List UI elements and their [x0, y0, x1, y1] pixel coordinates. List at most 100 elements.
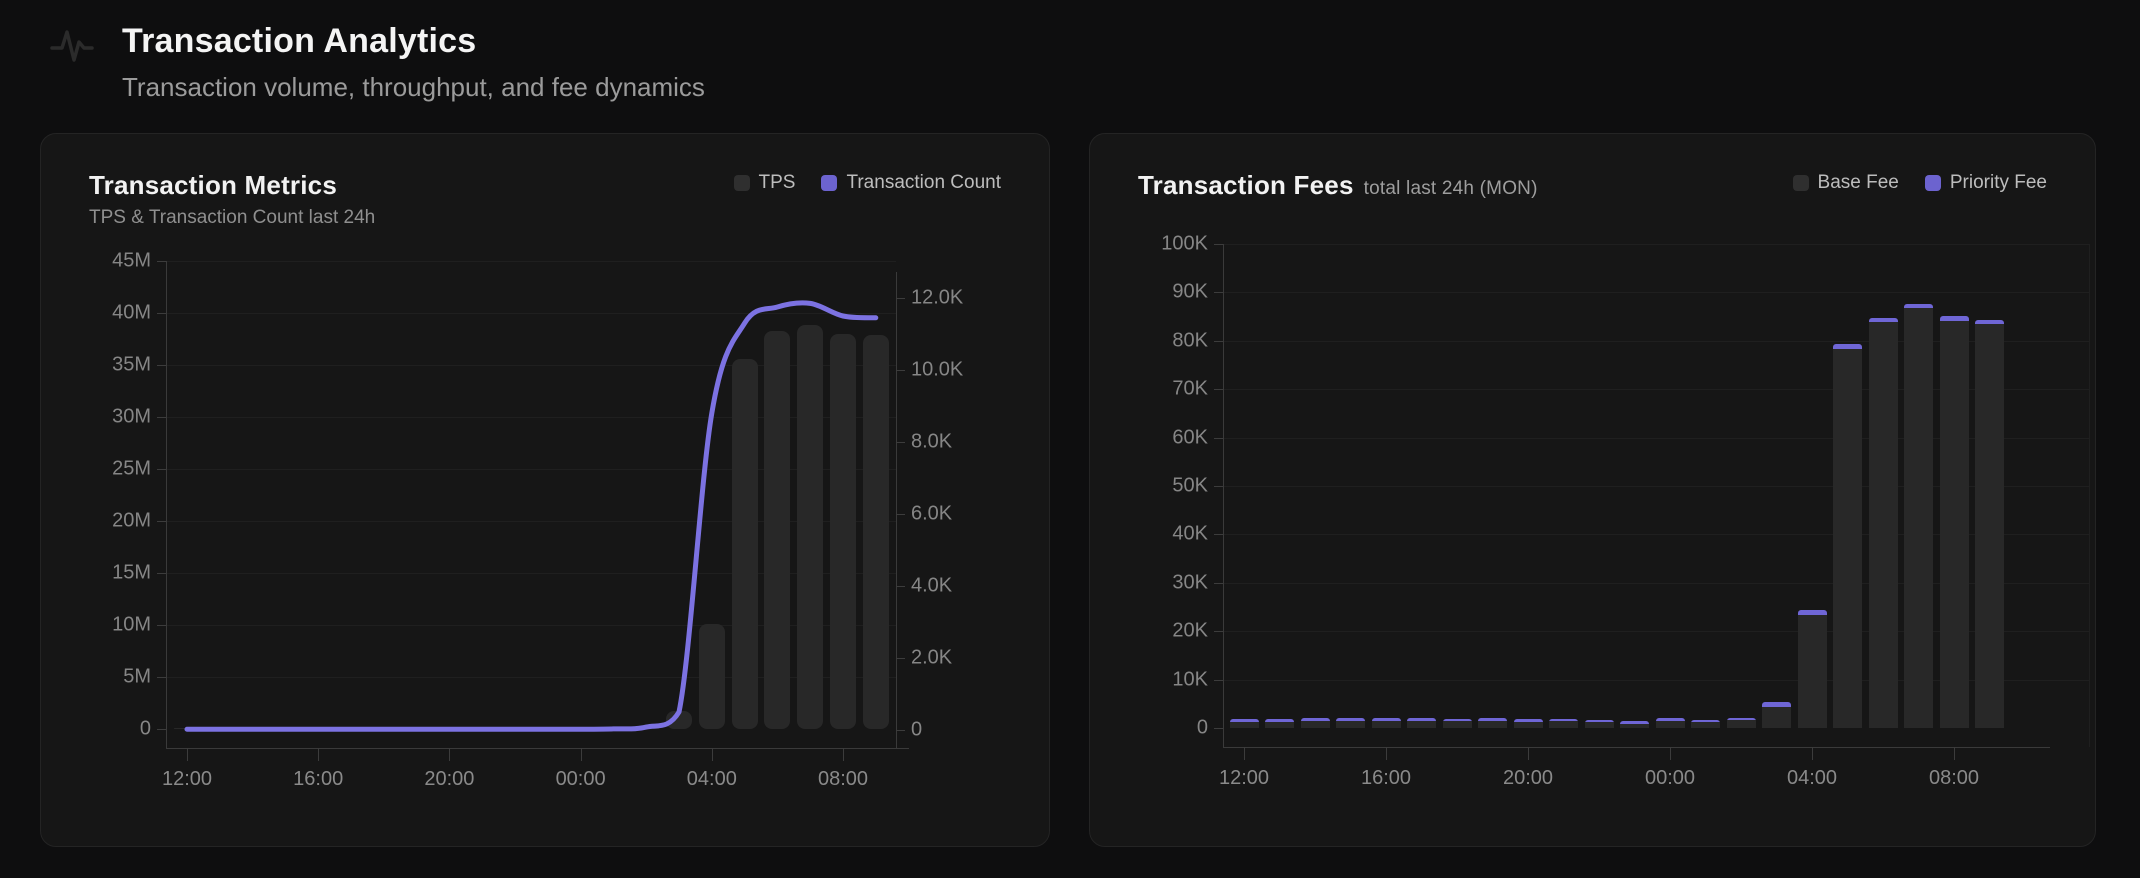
- bar-fees-stack: [1797, 609, 1827, 728]
- y-axis-tick: [1214, 292, 1223, 294]
- activity-pulse-icon: [50, 30, 94, 62]
- bar-fees-stack: [1300, 718, 1330, 728]
- bar-fees-stack: [1691, 719, 1720, 728]
- x-axis-tick: [1812, 747, 1813, 760]
- bar-fees-stack: [1265, 719, 1294, 728]
- bar-base-fee: [1442, 721, 1472, 728]
- y-axis-tick: [1214, 728, 1223, 729]
- bar-fees-stack: [1904, 303, 1933, 728]
- transaction-count-line: [184, 300, 879, 732]
- y-axis-tick: [1214, 244, 1223, 245]
- bar-base-fee: [1939, 320, 1969, 728]
- bar-base-fee: [1584, 722, 1614, 728]
- x-axis-tick: [580, 748, 582, 761]
- y-axis-tick-label: 30K: [1172, 571, 1208, 594]
- y-axis-tick: [1214, 486, 1223, 487]
- x-axis-tick: [1386, 747, 1387, 760]
- y-axis-tick: [1214, 437, 1223, 439]
- bar-base-fee: [1229, 721, 1259, 728]
- x-axis-tick-label: 16:00: [1360, 767, 1412, 789]
- fees-plot-area: 0 10K 20K 30K 40K 50K 60K 70K 80K 90K 100K 12:00 16:…: [1090, 134, 2095, 846]
- bar-fees-stack: [1229, 719, 1259, 728]
- transaction-metrics-card: Transaction Metrics TPS & Transaction Co…: [40, 133, 1050, 847]
- y-axis-tick-label: 100K: [1161, 232, 1208, 255]
- x-axis-tick: [1244, 747, 1245, 760]
- x-axis-tick: [1670, 747, 1671, 760]
- bar-base-fee: [1904, 308, 1933, 728]
- bar-fees-stack: [1620, 721, 1649, 728]
- bar-fees-stack: [1655, 718, 1685, 728]
- x-axis-tick-label: 12:00: [1218, 767, 1270, 789]
- bar-base-fee: [1336, 720, 1365, 728]
- bar-base-fee: [1762, 706, 1791, 728]
- x-axis-tick: [711, 748, 713, 761]
- y-axis-tick-label: 60K: [1172, 426, 1208, 449]
- bar-fees-stack: [1478, 718, 1507, 728]
- bar-base-fee: [1797, 614, 1827, 728]
- bar-base-fee: [1833, 348, 1862, 728]
- x-axis-tick-label: 20:00: [1502, 767, 1554, 789]
- y-axis-tick-label: 80K: [1172, 329, 1208, 352]
- bar-base-fee: [1868, 322, 1898, 728]
- bar-fees-stack: [1833, 343, 1862, 728]
- bar-fees-stack: [1407, 718, 1436, 728]
- h-gridline: [1223, 244, 2089, 245]
- bar-fees-stack: [1726, 717, 1756, 728]
- bar-base-fee: [1265, 721, 1294, 728]
- transaction-fees-card: Transaction Fees total last 24h (MON) Bas…: [1089, 133, 2096, 847]
- bar-fees-stack: [1975, 319, 2004, 728]
- page-subtitle: Transaction volume, throughput, and fee …: [122, 72, 705, 102]
- bar-fees-stack: [1442, 718, 1472, 728]
- y-axis-tick-label: 40K: [1172, 522, 1208, 545]
- bar-fees-stack: [1336, 718, 1365, 728]
- bar-base-fee: [1300, 720, 1330, 728]
- x-axis-tick-label: 20:00: [424, 768, 475, 790]
- y-axis-tick-label: 70K: [1172, 377, 1208, 400]
- y-axis-tick: [1214, 340, 1223, 342]
- y-axis-line: [1223, 244, 1224, 747]
- bar-fees-stack: [1939, 316, 1969, 728]
- bar-base-fee: [1620, 723, 1649, 728]
- bar-base-fee: [1691, 722, 1720, 728]
- x-axis-tick-label: 08:00: [817, 768, 869, 790]
- page-title: Transaction Analytics: [122, 22, 477, 60]
- x-axis-tick-label: 04:00: [686, 768, 737, 790]
- x-axis-tick: [449, 748, 451, 761]
- bar-fees-stack: [1868, 317, 1898, 728]
- bar-fees-stack: [1584, 719, 1614, 728]
- x-axis-tick-label: 08:00: [1928, 767, 1980, 789]
- bar-base-fee: [1726, 720, 1756, 728]
- y-axis-tick-label: 90K: [1172, 280, 1208, 303]
- y-axis-tick: [1214, 389, 1223, 391]
- x-axis-tick: [1954, 747, 1955, 760]
- bar-fees-stack: [1513, 719, 1543, 728]
- y-axis-tick: [1214, 582, 1223, 584]
- bar-fees-stack: [1371, 718, 1401, 728]
- x-axis-tick: [187, 748, 188, 761]
- bar-base-fee: [1478, 720, 1507, 728]
- x-axis-tick: [843, 748, 844, 761]
- y-axis-tick-label: 20K: [1172, 619, 1208, 642]
- y-axis-tick-label: 10K: [1172, 668, 1208, 691]
- y-axis-tick: [1214, 631, 1223, 633]
- x-axis-tick-label: 00:00: [1644, 767, 1696, 789]
- x-axis-tick-label: 04:00: [1786, 767, 1838, 789]
- metrics-plot-area: 0 5M 10M 15M 20M 25M 30M 35M 40M 45M 0 2.0K 4.0K 6.0K…: [41, 134, 1049, 846]
- x-axis-tick-label: 12:00: [161, 768, 213, 790]
- h-gridline: [1223, 292, 2089, 294]
- y-axis-tick: [1214, 534, 1223, 536]
- bar-base-fee: [1975, 324, 2004, 728]
- x-axis-line: [1223, 747, 2050, 748]
- x-axis-tick: [1528, 747, 1529, 760]
- x-axis-tick-label: 00:00: [555, 768, 606, 790]
- bar-fees-stack: [1549, 718, 1578, 728]
- bar-base-fee: [1549, 721, 1578, 728]
- y-axis-tick-label: 0: [1196, 716, 1208, 739]
- y-axis-tick-label: 50K: [1172, 474, 1208, 497]
- bar-base-fee: [1655, 720, 1685, 728]
- y-axis-tick: [1214, 679, 1223, 681]
- x-axis-tick-label: 16:00: [293, 768, 344, 790]
- x-axis-line: [166, 748, 909, 749]
- plot-right-edge-line: [2089, 244, 2090, 747]
- bar-base-fee: [1407, 720, 1436, 728]
